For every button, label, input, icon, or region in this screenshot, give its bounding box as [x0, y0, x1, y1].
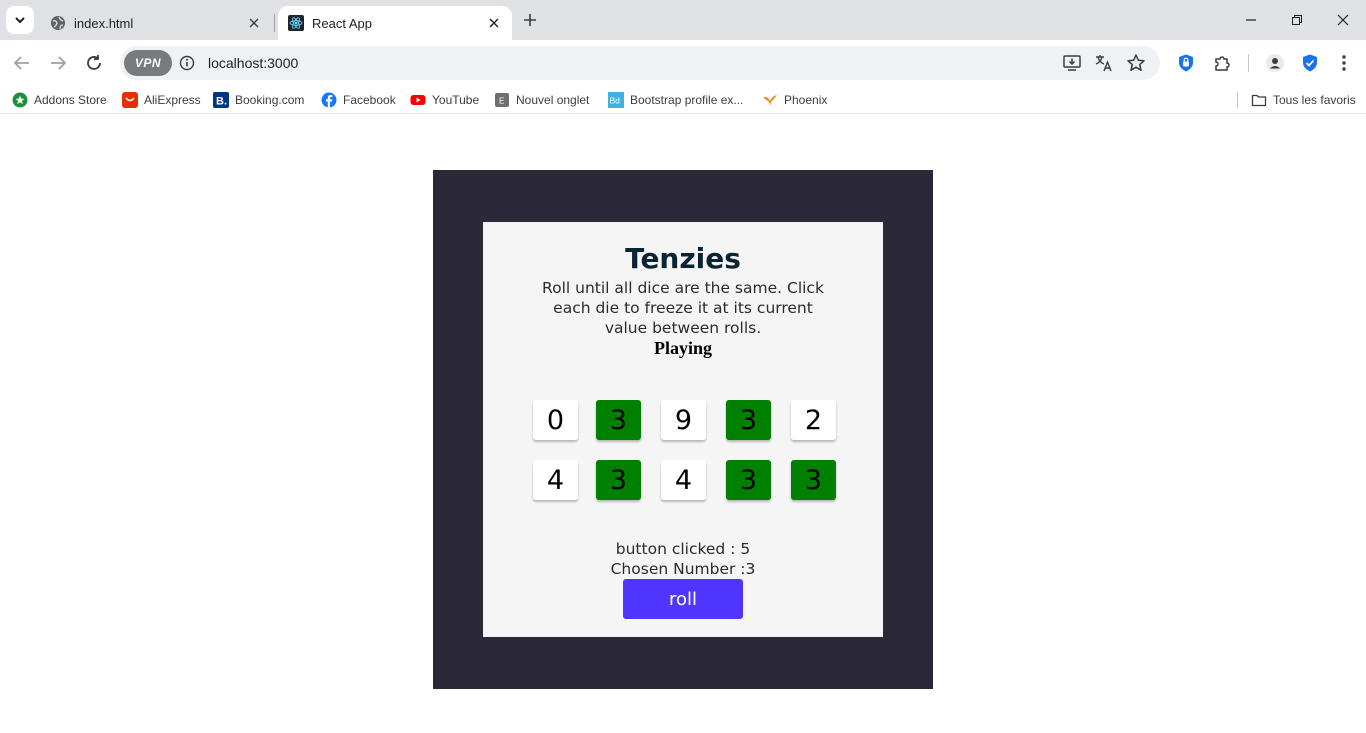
- install-app-icon[interactable]: [1062, 53, 1082, 73]
- die[interactable]: 3: [791, 460, 836, 500]
- bookmark-phoenix[interactable]: Phoenix: [762, 91, 827, 109]
- minimize-button[interactable]: [1228, 0, 1274, 40]
- die[interactable]: 3: [726, 460, 771, 500]
- tab-title: React App: [312, 15, 372, 31]
- url-text[interactable]: localhost:3000: [208, 55, 298, 71]
- svg-text:Bd: Bd: [610, 96, 621, 106]
- bookmark-label: Nouvel onglet: [516, 93, 590, 107]
- globe-icon: [50, 15, 66, 31]
- browser-toolbar: VPN localhost:3000: [0, 40, 1366, 86]
- tab-separator: [274, 14, 275, 32]
- die[interactable]: 3: [596, 460, 641, 500]
- bookmark-facebook[interactable]: Facebook: [321, 91, 396, 109]
- vpn-badge[interactable]: VPN: [124, 50, 172, 76]
- bookmark-label: Addons Store: [34, 93, 107, 107]
- security-extension-icon[interactable]: [1299, 52, 1321, 74]
- all-bookmarks-button[interactable]: Tous les favoris: [1251, 91, 1356, 109]
- site-info-icon[interactable]: [178, 54, 196, 72]
- forward-button[interactable]: [44, 49, 72, 77]
- close-icon: [1337, 14, 1349, 26]
- die[interactable]: 0: [533, 400, 578, 440]
- window-close-button[interactable]: [1320, 0, 1366, 40]
- game-status: Playing: [653, 338, 712, 358]
- bookmark-label: YouTube: [432, 93, 480, 107]
- folder-icon: [1251, 92, 1267, 108]
- bookmark-nouvel-onglet[interactable]: E Nouvel onglet: [494, 91, 589, 109]
- tab-strip: index.html React App: [0, 0, 1366, 40]
- app-background: Tenzies Roll until all dice are the same…: [433, 170, 933, 689]
- game-instructions: Roll until all dice are the same. Click …: [542, 279, 824, 337]
- svg-text:E: E: [499, 97, 504, 106]
- phoenix-icon: [762, 92, 778, 108]
- profile-avatar-icon[interactable]: [1264, 52, 1286, 74]
- svg-text:B.: B.: [216, 96, 227, 108]
- roll-button[interactable]: roll: [623, 579, 743, 619]
- arrow-left-icon: [13, 56, 29, 70]
- bookmark-aliexpress[interactable]: AliExpress: [122, 91, 201, 109]
- bookmark-booking[interactable]: B. Booking.com: [213, 91, 304, 109]
- react-icon: [288, 15, 304, 31]
- die[interactable]: 2: [791, 400, 836, 440]
- game-card: Tenzies Roll until all dice are the same…: [483, 222, 883, 637]
- booking-icon: B.: [213, 92, 229, 108]
- close-icon[interactable]: [244, 13, 264, 33]
- bookmark-youtube[interactable]: YouTube: [410, 91, 479, 109]
- die[interactable]: 3: [596, 400, 641, 440]
- bookmark-label: Booking.com: [235, 93, 305, 107]
- bookmark-label: Facebook: [343, 93, 396, 107]
- extensions-icon[interactable]: [1211, 52, 1233, 74]
- star-icon[interactable]: [1126, 53, 1146, 73]
- bootstrap-icon: Bd: [608, 92, 624, 108]
- die[interactable]: 3: [726, 400, 771, 440]
- bookmark-addons-store[interactable]: Addons Store: [12, 91, 107, 109]
- back-button[interactable]: [8, 49, 36, 77]
- tab-react-app[interactable]: React App: [278, 6, 512, 40]
- translate-icon[interactable]: [1094, 53, 1114, 73]
- bookmark-label: Bootstrap profile ex...: [630, 93, 744, 107]
- click-counter: button clicked : 5: [615, 540, 751, 558]
- die[interactable]: 4: [533, 460, 578, 500]
- close-icon[interactable]: [484, 13, 504, 33]
- youtube-icon: [410, 92, 426, 108]
- chevron-down-icon: [15, 17, 25, 24]
- shield-extension-icon[interactable]: [1175, 52, 1197, 74]
- game-title: Tenzies: [625, 242, 741, 275]
- more-menu-icon[interactable]: [1333, 52, 1355, 74]
- new-tab-button[interactable]: [518, 8, 542, 32]
- bookmark-label: AliExpress: [144, 93, 201, 107]
- die[interactable]: 4: [661, 460, 706, 500]
- arrow-right-icon: [51, 56, 67, 70]
- aliexpress-icon: [122, 92, 138, 108]
- restore-icon: [1292, 15, 1302, 25]
- new-tab-icon: E: [494, 92, 510, 108]
- bookmark-bootstrap-profile[interactable]: Bd Bootstrap profile ex...: [608, 91, 743, 109]
- chosen-number: Chosen Number :3: [610, 560, 756, 578]
- facebook-icon: [321, 92, 337, 108]
- reload-icon: [87, 55, 101, 70]
- minimize-icon: [1246, 19, 1256, 21]
- restore-button[interactable]: [1274, 0, 1320, 40]
- tab-search-button[interactable]: [6, 6, 34, 34]
- die[interactable]: 9: [661, 400, 706, 440]
- tab-title: index.html: [74, 15, 134, 31]
- addons-store-icon: [12, 92, 28, 108]
- reload-button[interactable]: [80, 49, 108, 77]
- toolbar-separator: [1248, 54, 1249, 72]
- plus-icon: [524, 14, 536, 26]
- tab-index-html[interactable]: index.html: [40, 6, 272, 40]
- bookmarks-bar: Addons Store AliExpress B. Booking.com F…: [0, 86, 1366, 114]
- bookmark-label: Tous les favoris: [1273, 93, 1356, 107]
- bookmarks-separator: [1237, 92, 1238, 108]
- bookmark-label: Phoenix: [784, 93, 828, 107]
- address-bar[interactable]: VPN localhost:3000: [120, 46, 1160, 80]
